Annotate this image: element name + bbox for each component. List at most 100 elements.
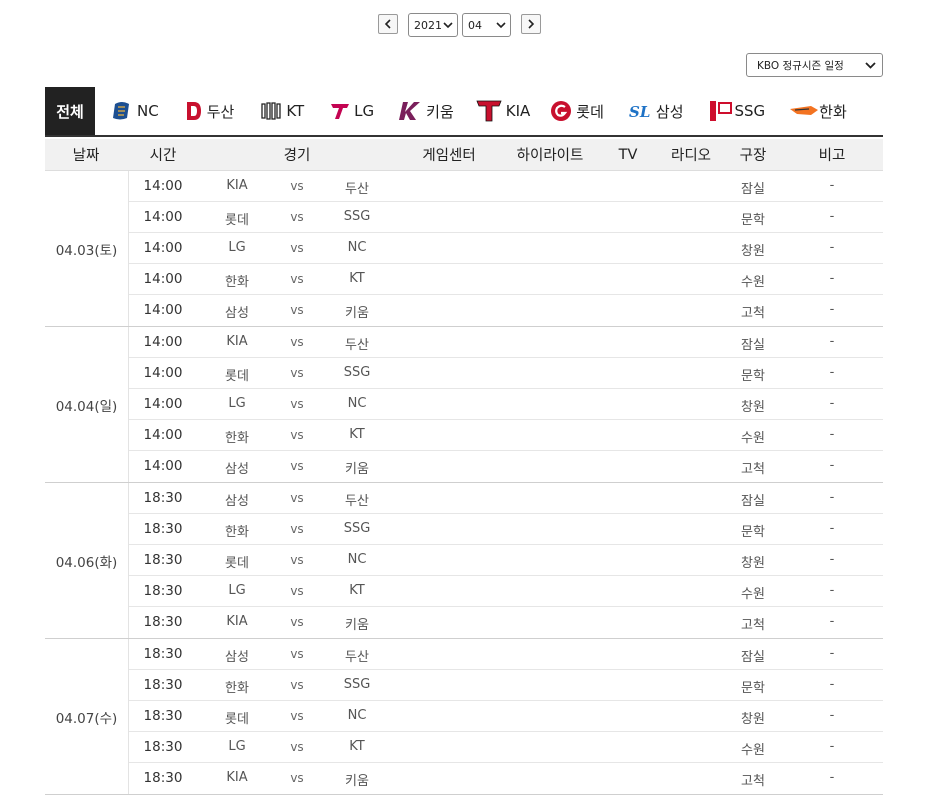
table-row: 18:30 한화 vs SSG 문학 - bbox=[129, 514, 883, 545]
tab-label: 롯데 bbox=[576, 102, 604, 121]
year-select[interactable]: 2021 bbox=[408, 13, 458, 37]
table-row: 14:00 LG vs NC 창원 - bbox=[129, 389, 883, 420]
chevron-down-icon bbox=[443, 22, 453, 29]
season-type-select[interactable]: KBO 정규시즌 일정 bbox=[746, 53, 883, 77]
home-team: NC bbox=[347, 552, 367, 567]
table-row: 14:00 KIA vs 두산 잠실 - bbox=[129, 327, 883, 358]
vs-label: vs bbox=[290, 584, 304, 598]
svg-text:SL: SL bbox=[629, 103, 650, 121]
game-time: 18:30 bbox=[143, 490, 183, 506]
day-group: 04.03(토) 14:00 KIA vs 두산 잠실 -14:00 롯데 vs SSG 문학 -14… bbox=[45, 171, 883, 327]
season-type-value: KBO 정규시즌 일정 bbox=[757, 59, 844, 72]
stadium: 고척 bbox=[741, 462, 765, 477]
tab-ssg[interactable]: SSG bbox=[708, 87, 766, 135]
stadium: 고척 bbox=[741, 618, 765, 633]
note: - bbox=[829, 708, 835, 723]
away-team: 삼성 bbox=[225, 462, 249, 477]
game-time: 14:00 bbox=[143, 427, 183, 443]
note: - bbox=[829, 490, 835, 505]
game-time: 18:30 bbox=[143, 521, 183, 537]
away-team: KIA bbox=[226, 178, 248, 193]
game-time: 18:30 bbox=[143, 614, 183, 630]
chevron-right-icon bbox=[528, 19, 535, 29]
tab-label: SSG bbox=[734, 102, 766, 120]
home-team: SSG bbox=[343, 677, 371, 692]
away-team: 삼성 bbox=[225, 306, 249, 321]
schedule-table: 날짜 시간 경기 게임센터 하이라이트 TV 라디오 구장 비고 04.03(토… bbox=[45, 139, 883, 795]
tab-kt[interactable]: KT bbox=[260, 87, 304, 135]
tab-doosan[interactable]: 두산 bbox=[185, 87, 234, 135]
game-time: 18:30 bbox=[143, 770, 183, 786]
day-group: 04.06(화) 18:30 삼성 vs 두산 잠실 -18:30 한화 vs SSG 문학 -18:… bbox=[45, 483, 883, 639]
game-time: 14:00 bbox=[143, 240, 183, 256]
away-team: 롯데 bbox=[225, 556, 249, 571]
prev-month-button[interactable] bbox=[378, 14, 398, 34]
vs-label: vs bbox=[290, 335, 304, 349]
stadium: 잠실 bbox=[741, 650, 765, 665]
home-team: SSG bbox=[343, 521, 371, 536]
game-date: 04.07(수) bbox=[45, 639, 129, 794]
game-time: 14:00 bbox=[143, 178, 183, 194]
note: - bbox=[829, 396, 835, 411]
tab-nc[interactable]: NC bbox=[111, 87, 159, 135]
header-time: 시간 bbox=[149, 148, 177, 164]
game-time: 14:00 bbox=[143, 334, 183, 350]
home-team: KT bbox=[349, 271, 365, 286]
stadium: 창원 bbox=[741, 556, 765, 571]
table-row: 18:30 삼성 vs 두산 잠실 - bbox=[129, 483, 883, 514]
stadium: 고척 bbox=[741, 774, 765, 789]
vs-label: vs bbox=[290, 771, 304, 785]
note: - bbox=[829, 365, 835, 380]
table-row: 18:30 롯데 vs NC 창원 - bbox=[129, 545, 883, 576]
tab-samsung[interactable]: SL 삼성 bbox=[628, 87, 684, 135]
note: - bbox=[829, 677, 835, 692]
tab-label: KT bbox=[286, 102, 305, 120]
table-row: 18:30 한화 vs SSG 문학 - bbox=[129, 670, 883, 701]
vs-label: vs bbox=[290, 553, 304, 567]
table-row: 18:30 LG vs KT 수원 - bbox=[129, 732, 883, 763]
tab-kia[interactable]: KIA bbox=[476, 87, 530, 135]
home-team: 키움 bbox=[345, 462, 369, 477]
note: - bbox=[829, 240, 835, 255]
tab-lg[interactable]: LG bbox=[330, 87, 374, 135]
tab-lotte[interactable]: 롯데 bbox=[550, 87, 604, 135]
note: - bbox=[829, 614, 835, 629]
stadium: 수원 bbox=[741, 275, 765, 290]
vs-label: vs bbox=[290, 709, 304, 723]
stadium: 잠실 bbox=[741, 338, 765, 353]
stadium: 문학 bbox=[741, 213, 765, 228]
away-team: 한화 bbox=[225, 275, 249, 290]
away-team: KIA bbox=[226, 770, 248, 785]
game-time: 14:00 bbox=[143, 365, 183, 381]
table-row: 14:00 KIA vs 두산 잠실 - bbox=[129, 171, 883, 202]
vs-label: vs bbox=[290, 303, 304, 317]
month-value: 04 bbox=[468, 18, 482, 32]
stadium: 문학 bbox=[741, 369, 765, 384]
tab-label: 한화 bbox=[819, 102, 847, 121]
home-team: 두산 bbox=[345, 338, 369, 353]
game-time: 14:00 bbox=[143, 209, 183, 225]
tab-label: 삼성 bbox=[655, 102, 684, 121]
stadium: 창원 bbox=[741, 400, 765, 415]
month-select[interactable]: 04 bbox=[462, 13, 511, 37]
game-time: 18:30 bbox=[143, 677, 183, 693]
lg-logo-icon bbox=[331, 104, 350, 119]
table-row: 14:00 한화 vs KT 수원 - bbox=[129, 420, 883, 451]
tab-label: 키움 bbox=[426, 102, 454, 121]
home-team: SSG bbox=[343, 365, 371, 380]
header-game-center: 게임센터 bbox=[422, 148, 476, 164]
next-month-button[interactable] bbox=[521, 14, 541, 34]
header-highlight: 하이라이트 bbox=[516, 148, 584, 164]
tab-hanwha[interactable]: 한화 bbox=[789, 87, 847, 135]
tab-all[interactable]: 전체 bbox=[45, 87, 95, 135]
vs-label: vs bbox=[290, 241, 304, 255]
header-match: 경기 bbox=[283, 148, 311, 164]
game-time: 18:30 bbox=[143, 708, 183, 724]
stadium: 수원 bbox=[741, 743, 765, 758]
note: - bbox=[829, 271, 835, 286]
table-row: 14:00 LG vs NC 창원 - bbox=[129, 233, 883, 264]
tab-kiwoom[interactable]: 키움 bbox=[398, 87, 454, 135]
vs-label: vs bbox=[290, 522, 304, 536]
header-date: 날짜 bbox=[72, 148, 100, 164]
away-team: 삼성 bbox=[225, 650, 249, 665]
